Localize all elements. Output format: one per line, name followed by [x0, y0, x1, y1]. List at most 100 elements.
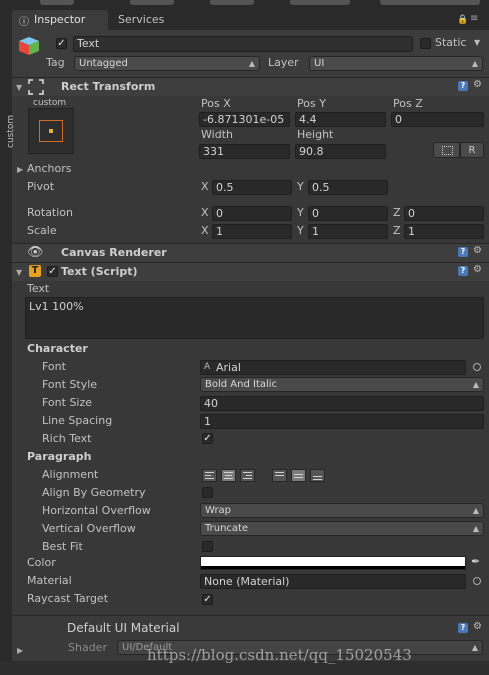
static-dropdown-arrow-icon[interactable]: ▼ — [474, 38, 480, 47]
pivot-y-input[interactable]: 0.5 — [308, 180, 388, 195]
anchors-label[interactable]: Anchors — [27, 162, 72, 176]
color-swatch[interactable] — [200, 556, 466, 570]
active-checkbox[interactable]: ✓ — [56, 38, 67, 49]
text-area-value: Lv1 100% — [29, 300, 84, 313]
raw-edit-button[interactable]: R — [460, 142, 484, 158]
tag-label: Tag — [46, 56, 65, 69]
pos-x-label: Pos X — [201, 97, 231, 110]
font-style-dropdown[interactable]: Bold And Italic ▲︎ — [200, 377, 484, 392]
chevron-down-icon: ▲︎ — [248, 59, 255, 68]
align-left-button[interactable] — [202, 469, 217, 482]
tab-bar-top-buttons — [0, 0, 489, 6]
text-area[interactable]: Lv1 100% — [25, 297, 484, 339]
help-icon[interactable]: ? — [458, 623, 468, 633]
font-size-input[interactable]: 40 — [200, 396, 484, 411]
paragraph-label: Paragraph — [27, 450, 92, 463]
color-alpha-bar — [201, 566, 465, 569]
font-value: Arial — [216, 361, 241, 374]
object-name-input[interactable]: Text — [73, 36, 413, 52]
rotation-x-input[interactable]: 0 — [212, 206, 292, 221]
text-script-enabled-checkbox[interactable]: ✓ — [47, 266, 58, 277]
align-by-geometry-label: Align By Geometry — [42, 486, 146, 499]
object-picker-icon[interactable] — [473, 363, 481, 371]
object-picker-icon[interactable] — [473, 577, 481, 585]
line-spacing-input[interactable]: 1 — [200, 414, 484, 429]
menu-icon[interactable]: ≡ — [470, 13, 478, 24]
pos-z-input[interactable]: 0 — [391, 112, 484, 127]
foldout-arrow-icon[interactable]: ▼ — [16, 83, 22, 92]
chevron-down-icon: ▲︎ — [471, 59, 478, 68]
raw-edit-label: R — [468, 145, 476, 156]
help-icon[interactable]: ? — [458, 266, 468, 276]
height-input[interactable]: 90.8 — [295, 144, 386, 159]
tab-inspector[interactable]: ⓘ Inspector — [12, 10, 108, 30]
horizontal-overflow-dropdown[interactable]: Wrap ▲︎ — [200, 503, 484, 518]
scale-label: Scale — [27, 224, 57, 237]
rich-text-checkbox[interactable]: ✓ — [202, 433, 213, 444]
font-label: Font — [42, 360, 66, 373]
height-label: Height — [297, 128, 334, 141]
layer-value: UI — [314, 58, 325, 69]
scale-y-input[interactable]: 1 — [308, 224, 388, 239]
align-middle-button[interactable] — [291, 469, 306, 482]
pivot-x-label: X — [201, 180, 209, 193]
layer-dropdown[interactable]: UI ▲︎ — [309, 56, 483, 71]
color-label: Color — [27, 556, 56, 569]
gear-icon[interactable]: ⚙ — [473, 621, 482, 632]
gameobject-cube-icon — [18, 36, 40, 56]
width-input[interactable]: 331 — [199, 144, 290, 159]
align-top-button[interactable] — [272, 469, 287, 482]
dotted-rect-icon — [442, 146, 453, 155]
font-field[interactable]: A Arial — [200, 360, 466, 375]
anchor-preset-button[interactable] — [28, 108, 74, 154]
rotation-z-input[interactable]: 0 — [404, 206, 484, 221]
raycast-target-checkbox[interactable]: ✓ — [202, 594, 213, 605]
best-fit-label: Best Fit — [42, 540, 83, 553]
align-center-button[interactable] — [221, 469, 236, 482]
tab-services[interactable]: Services — [111, 10, 191, 30]
align-right-button[interactable] — [240, 469, 255, 482]
scale-x-input[interactable]: 1 — [212, 224, 292, 239]
material-label: Material — [27, 574, 72, 587]
scale-z-input[interactable]: 1 — [404, 224, 484, 239]
font-asset-icon: A — [204, 362, 211, 372]
shader-label: Shader — [68, 641, 107, 654]
align-bottom-button[interactable] — [310, 469, 325, 482]
info-icon: ⓘ — [19, 17, 29, 28]
lock-icon[interactable]: 🔒 — [457, 15, 468, 25]
blueprint-mode-button[interactable] — [433, 142, 460, 158]
chevron-down-icon: ▲︎ — [472, 506, 479, 515]
foldout-arrow-icon[interactable]: ▼ — [16, 268, 22, 277]
static-checkbox[interactable] — [420, 38, 431, 49]
material-field[interactable]: None (Material) — [200, 574, 466, 589]
font-style-value: Bold And Italic — [205, 379, 278, 390]
pos-x-input[interactable]: -6.871301e-05 — [199, 112, 290, 127]
align-by-geometry-checkbox[interactable] — [202, 487, 213, 498]
scale-z-label: Z — [393, 224, 401, 237]
font-size-label: Font Size — [42, 396, 93, 409]
rotation-y-input[interactable]: 0 — [308, 206, 388, 221]
gear-icon[interactable]: ⚙ — [473, 79, 482, 90]
vertical-overflow-dropdown[interactable]: Truncate ▲︎ — [200, 521, 484, 536]
gear-icon[interactable]: ⚙ — [473, 245, 482, 256]
eyedropper-icon[interactable]: ✒ — [471, 555, 480, 568]
horizontal-overflow-label: Horizontal Overflow — [42, 504, 151, 517]
help-icon[interactable]: ? — [458, 247, 468, 257]
raycast-target-label: Raycast Target — [27, 592, 109, 605]
anchors-foldout-icon[interactable]: ▶ — [17, 165, 23, 174]
best-fit-checkbox[interactable] — [202, 541, 213, 552]
foldout-arrow-icon[interactable]: ▶ — [17, 646, 23, 655]
tab-services-label: Services — [118, 13, 165, 26]
tag-dropdown[interactable]: Untagged ▲︎ — [74, 56, 260, 71]
vertical-overflow-label: Vertical Overflow — [42, 522, 136, 535]
tab-inspector-label: Inspector — [34, 13, 86, 26]
pos-y-label: Pos Y — [297, 97, 326, 110]
pos-y-input[interactable]: 4.4 — [295, 112, 386, 127]
alignment-label: Alignment — [42, 468, 99, 481]
tag-value: Untagged — [79, 58, 128, 69]
chevron-down-icon: ▲︎ — [472, 380, 479, 389]
gear-icon[interactable]: ⚙ — [473, 264, 482, 275]
pivot-x-input[interactable]: 0.5 — [212, 180, 292, 195]
layer-label: Layer — [268, 56, 299, 69]
help-icon[interactable]: ? — [458, 81, 468, 91]
